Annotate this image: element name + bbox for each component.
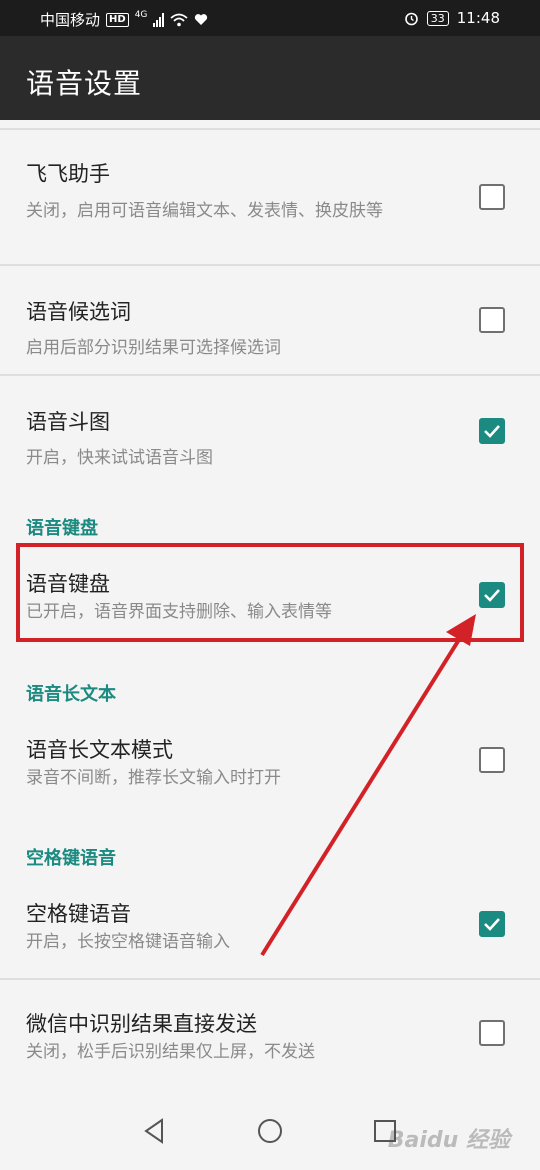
section-header-keyboard: 语音键盘 bbox=[26, 518, 98, 539]
network-type: 4G bbox=[134, 9, 148, 20]
setting-title: 飞飞助手 bbox=[26, 162, 110, 186]
check-icon bbox=[484, 918, 500, 931]
status-left: 中国移动 HD 4G bbox=[40, 9, 208, 30]
setting-doutu[interactable]: 语音斗图 开启，快来试试语音斗图 bbox=[0, 376, 540, 486]
highlight-box bbox=[16, 543, 524, 642]
checkbox-candidates[interactable] bbox=[479, 307, 505, 333]
setting-title: 微信中识别结果直接发送 bbox=[26, 1012, 257, 1036]
checkbox-doutu[interactable] bbox=[479, 418, 505, 444]
setting-feifei[interactable]: 飞飞助手 关闭，启用可语音编辑文本、发表情、换皮肤等 bbox=[0, 130, 540, 264]
setting-title: 语音候选词 bbox=[26, 300, 131, 324]
setting-candidates[interactable]: 语音候选词 启用后部分识别结果可选择候选词 bbox=[0, 266, 540, 374]
back-icon[interactable] bbox=[140, 1116, 170, 1146]
app-bar: 语音设置 bbox=[0, 36, 540, 120]
section-header-space: 空格键语音 bbox=[26, 848, 116, 869]
page-title: 语音设置 bbox=[26, 67, 143, 100]
hd-icon: HD bbox=[106, 12, 129, 27]
alarm-icon bbox=[404, 12, 418, 25]
setting-summary: 开启，长按空格键语音输入 bbox=[26, 932, 230, 952]
signal-icon bbox=[153, 12, 165, 27]
home-icon[interactable] bbox=[255, 1116, 285, 1146]
checkbox-longtext[interactable] bbox=[479, 747, 505, 773]
setting-longtext[interactable]: 语音长文本模式 录音不间断，推荐长文输入时打开 bbox=[0, 714, 540, 814]
setting-summary: 开启，快来试试语音斗图 bbox=[26, 448, 213, 468]
setting-summary: 启用后部分识别结果可选择候选词 bbox=[26, 338, 281, 358]
clock-label: 11:48 bbox=[456, 9, 500, 27]
setting-space[interactable]: 空格键语音 开启，长按空格键语音输入 bbox=[0, 878, 540, 978]
check-icon bbox=[484, 425, 500, 438]
watermark: Baidu 经验 bbox=[387, 1128, 510, 1153]
setting-summary: 关闭，松手后识别结果仅上屏，不发送 bbox=[26, 1042, 315, 1062]
checkbox-feifei[interactable] bbox=[479, 184, 505, 210]
checkbox-space[interactable] bbox=[479, 911, 505, 937]
setting-wechat[interactable]: 微信中识别结果直接发送 关闭，松手后识别结果仅上屏，不发送 bbox=[0, 980, 540, 1088]
setting-title: 语音斗图 bbox=[26, 410, 110, 434]
setting-title: 语音长文本模式 bbox=[26, 738, 173, 762]
carrier-label: 中国移动 bbox=[40, 11, 101, 29]
setting-summary: 关闭，启用可语音编辑文本、发表情、换皮肤等 bbox=[26, 201, 383, 221]
setting-title: 空格键语音 bbox=[26, 902, 131, 926]
heart-icon bbox=[195, 14, 208, 25]
setting-summary: 录音不间断，推荐长文输入时打开 bbox=[26, 768, 281, 788]
checkbox-wechat[interactable] bbox=[479, 1020, 505, 1046]
battery-icon: 33 bbox=[426, 10, 449, 26]
section-header-longtext: 语音长文本 bbox=[26, 684, 116, 705]
status-right: 33 11:48 bbox=[404, 9, 500, 27]
wifi-icon bbox=[170, 13, 188, 26]
status-bar: 中国移动 HD 4G 33 11:48 bbox=[0, 0, 540, 36]
